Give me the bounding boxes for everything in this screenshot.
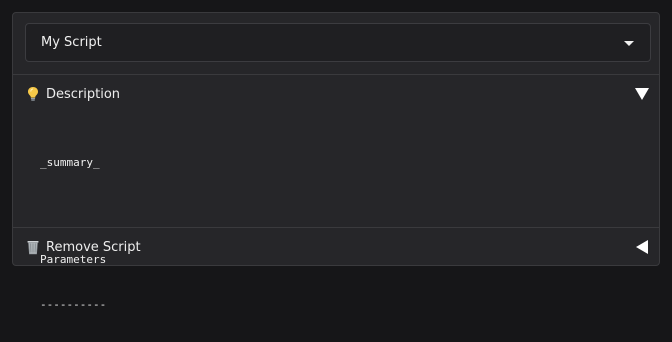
remove-script-title: Remove Script — [46, 239, 141, 255]
remove-script-header[interactable]: Remove Script — [13, 227, 659, 267]
description-header[interactable]: Description — [13, 74, 659, 114]
collapse-triangle-left-icon[interactable] — [636, 240, 648, 254]
chevron-down-icon[interactable] — [624, 40, 634, 46]
script-select-value: My Script — [41, 35, 102, 50]
wastebasket-icon — [26, 239, 40, 255]
lightbulb-icon — [26, 86, 40, 102]
doc-line: _summary_ — [40, 156, 100, 169]
description-title: Description — [46, 86, 121, 102]
doc-line: ---------- — [40, 298, 107, 311]
expand-triangle-down-icon[interactable] — [635, 88, 649, 100]
script-panel: My Script Description _summary_ Paramete… — [12, 12, 660, 311]
script-select-dropdown[interactable]: My Script — [25, 23, 651, 62]
